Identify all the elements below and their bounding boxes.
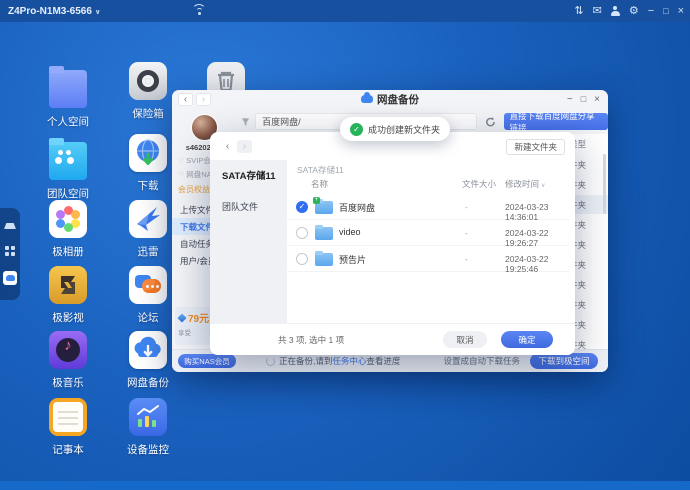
dialog-back-button[interactable]: ‹ [220,140,235,153]
diamond-icon [177,312,187,323]
download-globe-icon [129,134,167,172]
table-header: 名称 文件大小 修改时间 [287,178,575,194]
new-badge-icon [313,197,320,204]
dock [0,208,20,300]
cancel-button[interactable]: 取消 [443,331,487,348]
table-row[interactable]: video - 2024-03-22 19:26:27 [287,220,569,248]
window-titlebar: ‹ › 网盘备份 [172,90,608,108]
dialog-footer: 共 3 项, 选中 1 项 取消 确定 [210,323,575,355]
breadcrumb[interactable]: SATA存储11 [287,160,575,176]
download-to-nas-button[interactable]: 下载到极空间 [530,353,598,369]
confirm-button[interactable]: 确定 [501,331,553,348]
backup-spinner-icon [266,356,275,366]
selection-summary: 共 3 项, 选中 1 项 [278,334,345,345]
folder-icon [315,224,333,240]
movies-logo-icon [49,266,87,304]
cloud-download-icon [129,331,167,369]
system-topbar: Z4Pro-N1M3-6566 [0,0,690,22]
success-toast: 成功创建新文件夹 [340,117,451,141]
toast-message: 成功创建新文件夹 [368,124,441,135]
column-name[interactable]: 名称 [311,178,328,190]
desktop-icon-notes[interactable]: 记事本 [28,398,108,457]
dialog-content: SATA存储11 名称 文件大小 修改时间 百度网盘 - 2024-03-23 … [287,160,575,323]
desktop-icon-movies[interactable]: 极影视 [28,266,108,325]
dialog-forward-button[interactable]: › [237,139,252,153]
wifi-icon[interactable] [192,4,206,16]
desktop-icon-music[interactable]: 极音乐 [28,331,108,390]
chevron-down-icon [95,6,101,17]
task-center-link[interactable]: 任务中心 [332,356,366,366]
share-download-button[interactable]: 直接下载百度网盘分享链接 [503,111,608,133]
desktop-icon-photos[interactable]: 极相册 [28,200,108,259]
radio-unselected[interactable] [296,253,308,265]
folder-icon [313,197,333,214]
dialog-sidebar: SATA存储11 团队文件 [210,160,287,323]
new-folder-button[interactable]: 新建文件夹 [506,139,565,155]
transfer-icon[interactable] [574,6,583,17]
chat-bubbles-icon [129,266,167,304]
minimize-icon[interactable] [648,6,654,17]
window-minimize-icon[interactable] [567,94,573,105]
promo-price: 79元 [188,314,210,325]
device-name-menu[interactable]: Z4Pro-N1M3-6566 [8,6,101,17]
screen: Z4Pro-N1M3-6566 个人空间 保险箱 [0,0,690,490]
window-close-icon[interactable] [594,94,600,105]
user-icon[interactable] [610,6,620,16]
heart-icon [178,170,184,179]
music-note-icon [49,331,87,369]
safe-icon [129,62,167,100]
auto-download-task-link[interactable]: 设置成自动下载任务 [443,355,520,367]
apps-grid-icon[interactable] [5,246,15,256]
thunder-bird-icon [129,200,167,238]
taskbar-strip [0,481,690,490]
window-maximize-icon[interactable] [581,94,586,105]
folder-icon [315,250,333,266]
sidebar-item-team-files[interactable]: 团队文件 [210,200,287,213]
notebook-icon [49,398,87,436]
folder-picker-dialog: ‹ › 新建文件夹 SATA存储11 团队文件 SATA存储11 名称 文件大小… [210,132,575,355]
table-row[interactable]: 百度网盘 - 2024-03-23 14:36:01 [287,194,569,222]
monitor-chart-icon [129,398,167,436]
settings-icon[interactable] [629,6,639,17]
desktop-icon-personal-space[interactable]: 个人空间 [28,62,108,129]
close-icon[interactable] [678,6,684,17]
filter-icon[interactable] [241,117,250,127]
team-folder-icon [49,138,87,180]
window-title: 网盘备份 [172,92,608,107]
check-circle-icon [350,122,363,136]
active-cloud-backup-icon[interactable] [3,271,17,285]
radio-selected[interactable] [296,201,308,213]
refresh-icon[interactable] [485,116,496,128]
cloud-icon [361,92,373,103]
radio-unselected[interactable] [296,227,308,239]
folder-icon [49,66,87,108]
table-row[interactable]: 预告片 - 2024-03-22 19:25:46 [287,246,569,274]
photo-album-icon [49,200,87,238]
buy-nas-vip-button[interactable]: 购买NAS会员 [178,354,236,368]
storage-title[interactable]: SATA存储11 [210,160,287,182]
message-icon[interactable] [593,6,602,17]
column-size[interactable]: 文件大小 [462,178,496,190]
scrollbar[interactable] [603,154,606,214]
sort-icon [541,179,545,189]
maximize-icon[interactable] [663,6,668,17]
desktop-icon-device-monitor[interactable]: 设备监控 [108,398,188,457]
device-name: Z4Pro-N1M3-6566 [8,5,92,17]
column-mtime[interactable]: 修改时间 [505,178,545,190]
heart-icon [178,156,184,165]
storage-icon[interactable] [4,223,16,231]
backup-status: 正在备份,请到任务中心查看进度 [279,356,401,366]
desktop-icon-team-space[interactable]: 团队空间 [28,134,108,201]
